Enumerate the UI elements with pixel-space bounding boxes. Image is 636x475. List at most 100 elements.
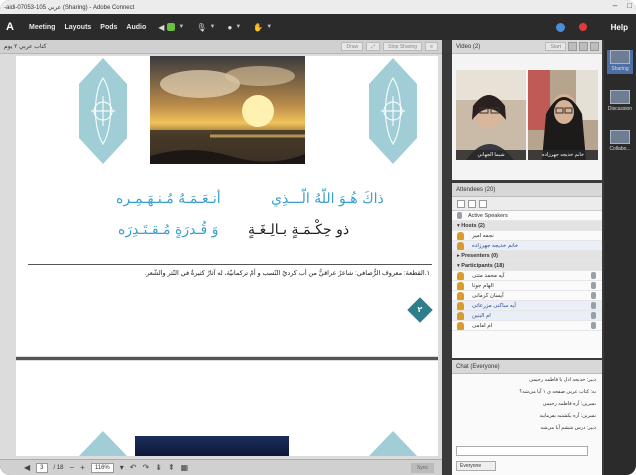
chevron-down-icon: ▼ xyxy=(209,24,216,30)
hand-icon: ✋ xyxy=(253,22,264,32)
chat-title: Chat (Everyone) xyxy=(456,363,500,370)
chat-pod: Chat (Everyone) دبیر: خدیجه اذل یا فاطمه… xyxy=(452,360,602,475)
attendee-row[interactable]: خانم خدیجه جهرزاده xyxy=(452,241,602,251)
layouts-rail: Sharing Discussion Collabo... xyxy=(604,40,636,475)
menu-layouts[interactable]: Layouts xyxy=(64,24,91,31)
person-icon xyxy=(457,281,464,290)
person-icon xyxy=(457,231,464,240)
attendee-row[interactable]: نجمه امیر xyxy=(452,231,602,241)
document-page: ذاكَ هُـوَ اللّهُ الّـــذِي أنـعَـمَـهُ … xyxy=(16,56,438,356)
menu-pods[interactable]: Pods xyxy=(100,24,117,31)
page-total: / 18 xyxy=(53,464,64,471)
fit-width-icon[interactable]: ▾ xyxy=(120,463,124,472)
title-bar: -aidi-07053-105 عربي (Sharing) - Adobe C… xyxy=(0,0,636,14)
divider xyxy=(28,264,432,265)
attendee-row[interactable]: آیه ساکنی مزرعاتی xyxy=(452,301,602,311)
verse-line-2-left: وَ قُـدرَةٍ مُـقـتَـدِرَه xyxy=(118,222,219,238)
chat-input[interactable] xyxy=(456,446,588,456)
floral-ornament-icon xyxy=(79,58,127,164)
menu-bar: A Meeting Layouts Pods Audio ◀ ▼ 🎙 ▼ ● ▼ ✋ ▼… xyxy=(0,14,636,40)
chevron-down-icon: ▼ xyxy=(266,24,273,30)
stop-sharing-button[interactable]: Stop Sharing xyxy=(383,42,423,51)
verse-line-1-right: ذاكَ هُـوَ اللّهُ الّـــذِي xyxy=(271,191,384,207)
page-number-input[interactable]: 3 xyxy=(36,462,48,473)
microphone-icon xyxy=(591,282,596,289)
hosts-section[interactable]: ▾ Hosts (2) xyxy=(452,221,602,231)
pointer-icon[interactable]: ⇟ xyxy=(155,463,162,472)
microphone-icon: 🎙 xyxy=(196,22,207,32)
grid-icon[interactable]: ▦ xyxy=(181,463,189,472)
attendee-row[interactable]: ام البنین xyxy=(452,311,602,321)
microphone-icon xyxy=(591,272,596,279)
page-separator xyxy=(16,357,438,360)
grid-view-icon[interactable] xyxy=(568,42,577,51)
adobe-connect-window: -aidi-07053-105 عربي (Sharing) - Adobe C… xyxy=(0,0,636,475)
sync-button[interactable]: Sync xyxy=(410,463,434,473)
attendees-pod: Attendees (20) Active Speakers ▾ Hosts (… xyxy=(452,183,602,358)
video-tile[interactable]: خانم خديجه جهرزاده xyxy=(528,70,598,160)
chat-recipient-select[interactable]: Everyone xyxy=(456,461,496,471)
participant-name: خانم خديجه جهرزاده xyxy=(528,150,598,160)
active-speakers-row[interactable]: Active Speakers xyxy=(452,211,602,221)
webcam-toggle[interactable]: ● ▼ xyxy=(227,23,241,32)
person-icon xyxy=(457,291,464,300)
maximize-button[interactable]: □ xyxy=(627,1,632,10)
person-icon xyxy=(457,241,464,250)
verse-line-2-right: ذو حِكْـمَـةٍ بـالِـغَـةٍ xyxy=(248,222,350,238)
zoom-level-select[interactable]: 116% xyxy=(90,462,114,473)
floral-ornament-icon xyxy=(369,431,417,456)
raise-hand-toggle[interactable]: ✋ ▼ xyxy=(253,23,272,32)
list-view-icon[interactable] xyxy=(457,199,465,208)
list-view-icon[interactable] xyxy=(579,42,588,51)
chevron-down-icon: ▼ xyxy=(178,24,185,30)
start-webcam-button[interactable]: Start xyxy=(545,42,566,51)
attendee-row[interactable]: الهام جونا xyxy=(452,281,602,291)
attendee-row[interactable]: ام امامی xyxy=(452,321,602,331)
person-icon xyxy=(457,271,464,280)
video-tile[interactable]: شيما الجهاني xyxy=(456,70,526,160)
sunset-image xyxy=(150,56,305,164)
microphone-icon xyxy=(591,312,596,319)
layout-thumbnail-icon xyxy=(610,50,630,64)
status-view-icon[interactable] xyxy=(479,199,487,208)
redo-icon[interactable]: ↷ xyxy=(142,463,149,472)
zoom-out-icon[interactable]: − xyxy=(70,463,75,472)
chat-message: دبیر: درس ششم آیا می‌شه xyxy=(540,425,596,431)
layout-collaboration[interactable]: Collabo... xyxy=(607,130,633,152)
previous-page-icon[interactable]: ◀ xyxy=(24,463,30,472)
breakout-icon[interactable] xyxy=(468,199,476,208)
chat-message: نسرین: آره فاطمه رحیمی xyxy=(542,401,596,407)
microphone-icon xyxy=(591,322,596,329)
layout-discussion[interactable]: Discussion xyxy=(607,90,633,112)
record-icon[interactable] xyxy=(578,23,587,31)
page-number-badge: ٢ xyxy=(407,297,433,323)
share-pod-header: كتاب عربي ٢ يوم Draw ⤢ Stop Sharing ≡ xyxy=(0,40,442,54)
fullscreen-icon[interactable] xyxy=(590,42,599,51)
attendees-title: Attendees (20) xyxy=(456,186,496,193)
help-menu[interactable]: Help xyxy=(611,23,628,32)
microphone-toggle[interactable]: 🎙 ▼ xyxy=(196,23,215,32)
window-title: -aidi-07053-105 عربي (Sharing) - Adobe C… xyxy=(4,4,135,11)
audio-status-toggle[interactable]: ◀ ▼ xyxy=(158,23,184,32)
minimize-button[interactable]: – xyxy=(613,1,617,10)
participants-section[interactable]: ▾ Participants (18) xyxy=(452,261,602,271)
fullscreen-button[interactable]: ⤢ xyxy=(366,42,381,51)
draw-button[interactable]: Draw xyxy=(341,42,364,51)
participant-video xyxy=(528,70,598,160)
share-pod-title: كتاب عربي ٢ يوم xyxy=(4,44,47,50)
presenters-section[interactable]: ▸ Presenters (0) xyxy=(452,251,602,261)
attendee-row[interactable]: آیه محمد متنی xyxy=(452,271,602,281)
menu-meeting[interactable]: Meeting xyxy=(29,24,55,31)
hand-tool-icon[interactable]: ⇞ xyxy=(168,463,175,472)
undo-icon[interactable]: ↶ xyxy=(130,463,137,472)
zoom-in-icon[interactable]: + xyxy=(80,463,85,472)
pod-menu-button[interactable]: ≡ xyxy=(425,42,438,51)
microphone-icon xyxy=(591,302,596,309)
layout-thumbnail-icon xyxy=(610,90,630,104)
status-icon[interactable] xyxy=(555,22,565,32)
document-toolbar: ◀ 3 / 18 − + 116% ▾ ↶ ↷ ⇟ ⇞ ▦ Sync xyxy=(0,459,442,475)
participant-name: شيما الجهاني xyxy=(456,150,526,160)
attendee-row[interactable]: آیسان کرمانی xyxy=(452,291,602,301)
layout-sharing[interactable]: Sharing xyxy=(607,50,633,74)
menu-audio[interactable]: Audio xyxy=(126,24,146,31)
